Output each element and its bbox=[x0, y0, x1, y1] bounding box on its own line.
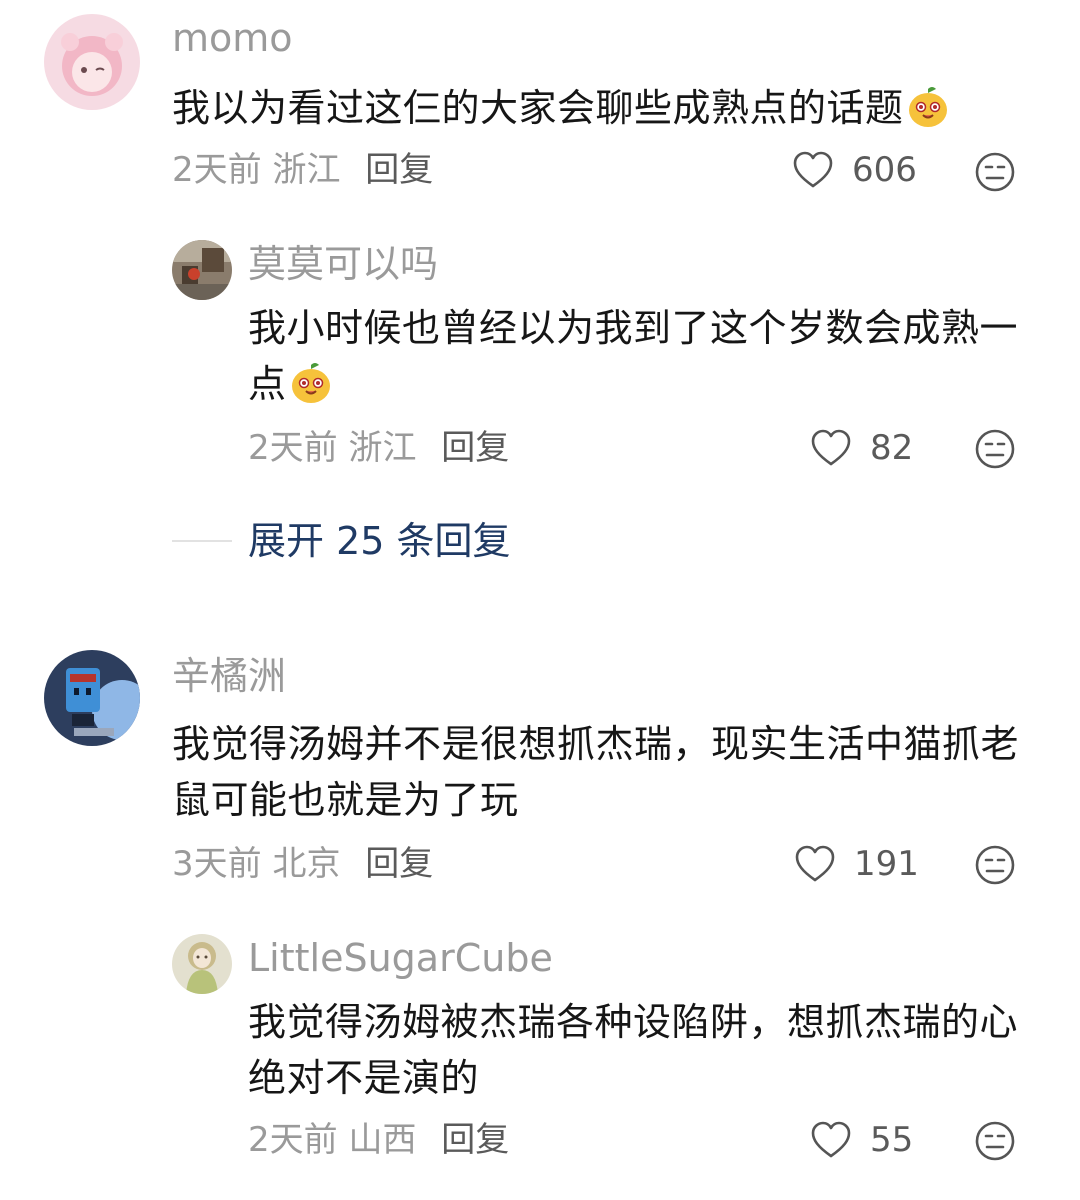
mango-face-emoji bbox=[908, 87, 947, 127]
comment-meta: 3天前 北京 回复 bbox=[172, 844, 433, 884]
meh-face-icon[interactable] bbox=[974, 844, 1016, 886]
reply-button[interactable]: 回复 bbox=[441, 1120, 509, 1160]
comment-meta: 2天前 浙江 回复 bbox=[172, 150, 433, 190]
comment-location: 浙江 bbox=[348, 428, 417, 468]
comment-time: 3天前 bbox=[172, 844, 262, 884]
reply-button[interactable]: 回复 bbox=[365, 844, 433, 884]
comment-text: 我觉得汤姆被杰瑞各种设陷阱，想抓杰瑞的心绝对不是演的 bbox=[248, 994, 1018, 1106]
comment-text: 我以为看过这仨的大家会聊些成熟点的话题 bbox=[172, 80, 1032, 136]
meh-face-icon[interactable] bbox=[974, 428, 1016, 470]
reply-button[interactable]: 回复 bbox=[441, 428, 509, 468]
like-button[interactable]: 82 bbox=[810, 428, 913, 468]
like-button[interactable]: 55 bbox=[810, 1120, 913, 1160]
username[interactable]: 辛橘洲 bbox=[172, 654, 286, 698]
comment-meta: 2天前 山西 回复 bbox=[248, 1120, 509, 1160]
comment-location: 北京 bbox=[272, 844, 341, 884]
meh-face-icon[interactable] bbox=[974, 1120, 1016, 1162]
comment-text: 我小时候也曾经以为我到了这个岁数会成熟一点 bbox=[248, 300, 1018, 412]
username[interactable]: momo bbox=[172, 16, 293, 60]
expand-replies[interactable]: 展开 25 条回复 bbox=[172, 518, 511, 564]
like-button[interactable]: 606 bbox=[792, 150, 917, 190]
expand-divider bbox=[172, 540, 232, 542]
like-button[interactable]: 191 bbox=[794, 844, 919, 884]
expand-replies-label[interactable]: 展开 25 条回复 bbox=[248, 518, 511, 564]
like-count: 606 bbox=[852, 150, 917, 190]
comment-text-body: 我小时候也曾经以为我到了这个岁数会成熟一点 bbox=[248, 306, 1019, 406]
reply-button[interactable]: 回复 bbox=[365, 150, 433, 190]
comment-text-body: 我觉得汤姆被杰瑞各种设陷阱，想抓杰瑞的心绝对不是演的 bbox=[248, 1000, 1019, 1100]
meh-face-icon[interactable] bbox=[974, 151, 1016, 193]
like-count: 82 bbox=[870, 428, 914, 468]
like-count: 55 bbox=[870, 1120, 914, 1160]
comment-time: 2天前 bbox=[248, 1120, 338, 1160]
heart-outline-icon bbox=[811, 1121, 851, 1158]
heart-outline-icon bbox=[793, 151, 833, 188]
heart-outline-icon bbox=[811, 429, 851, 466]
heart-outline-icon bbox=[795, 845, 835, 882]
avatar[interactable] bbox=[172, 934, 232, 994]
like-count: 191 bbox=[854, 844, 919, 884]
comment-time: 2天前 bbox=[172, 150, 262, 190]
comment-text-body: 我以为看过这仨的大家会聊些成熟点的话题 bbox=[172, 86, 904, 130]
comment-location: 浙江 bbox=[272, 150, 341, 190]
mango-face-emoji bbox=[291, 363, 330, 403]
avatar[interactable] bbox=[44, 650, 140, 746]
avatar[interactable] bbox=[44, 14, 140, 110]
comment-meta: 2天前 浙江 回复 bbox=[248, 428, 509, 468]
comment-location: 山西 bbox=[348, 1120, 417, 1160]
comment-text: 我觉得汤姆并不是很想抓杰瑞，现实生活中猫抓老鼠可能也就是为了玩 bbox=[172, 716, 1022, 828]
username[interactable]: 莫莫可以吗 bbox=[248, 242, 438, 286]
comment-text-body: 我觉得汤姆并不是很想抓杰瑞，现实生活中猫抓老鼠可能也就是为了玩 bbox=[172, 722, 1020, 822]
comment-time: 2天前 bbox=[248, 428, 338, 468]
avatar[interactable] bbox=[172, 240, 232, 300]
username[interactable]: LittleSugarCube bbox=[248, 936, 553, 980]
